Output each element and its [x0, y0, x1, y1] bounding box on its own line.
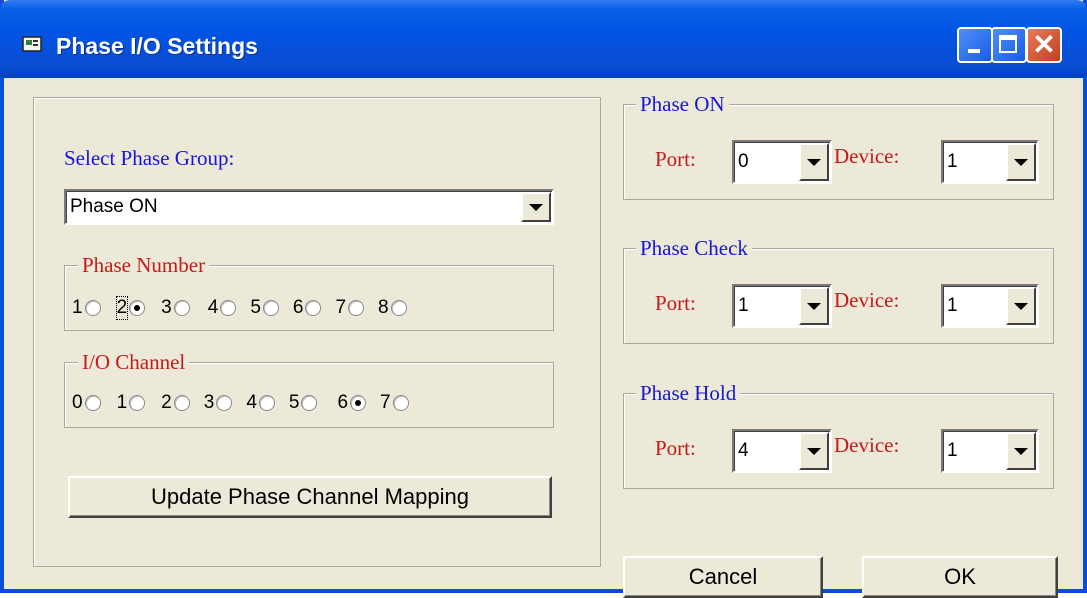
phase-on-device-value: 1 — [947, 142, 958, 182]
phase-radio-label: 8 — [378, 297, 389, 319]
phase-check-port-label: Port: — [655, 291, 696, 316]
chevron-down-icon[interactable] — [799, 287, 829, 325]
maximize-button[interactable] — [991, 27, 1027, 63]
phase-radio-label: 5 — [250, 297, 261, 319]
io-radio-label: 5 — [289, 392, 300, 414]
close-button[interactable]: ✕ — [1026, 27, 1062, 63]
phase-radio-4[interactable]: 4 — [208, 297, 237, 319]
io-radio-label: 1 — [117, 392, 128, 414]
phase-check-port-select[interactable]: 1 — [732, 284, 832, 328]
app-icon — [22, 35, 44, 53]
phase-check-device-value: 1 — [947, 286, 958, 326]
io-radio-label: 2 — [161, 392, 172, 414]
phase-radio-6[interactable]: 6 — [293, 297, 322, 319]
cancel-button[interactable]: Cancel — [623, 556, 823, 598]
chevron-down-icon[interactable] — [799, 143, 829, 181]
io-radio-label: 3 — [204, 392, 215, 414]
phase-check-legend: Phase Check — [636, 237, 752, 259]
chevron-down-icon[interactable] — [1006, 143, 1036, 181]
phase-radio-label: 4 — [208, 297, 219, 319]
io-radio-0[interactable]: 0 — [72, 392, 101, 414]
phase-hold-port-select[interactable]: 4 — [732, 429, 832, 473]
phase-hold-legend: Phase Hold — [636, 382, 740, 404]
phase-check-device-label: Device: — [834, 288, 899, 313]
io-radio-label: 4 — [246, 392, 257, 414]
phase-radio-circle[interactable] — [305, 300, 321, 316]
phase-radio-circle[interactable] — [85, 300, 101, 316]
io-radio-3[interactable]: 3 — [204, 392, 233, 414]
chevron-down-icon[interactable] — [1006, 432, 1036, 470]
maximize-icon — [999, 35, 1017, 53]
phase-hold-device-label: Device: — [834, 433, 899, 458]
io-radio-circle[interactable] — [216, 395, 232, 411]
io-radio-circle[interactable] — [393, 395, 409, 411]
io-radio-circle[interactable] — [174, 395, 190, 411]
ok-button[interactable]: OK — [862, 556, 1058, 598]
phase-radio-7[interactable]: 7 — [335, 297, 364, 319]
phase-radio-1[interactable]: 1 — [72, 297, 101, 319]
update-phase-channel-mapping-button[interactable]: Update Phase Channel Mapping — [68, 476, 552, 518]
dialog-content: Select Phase Group: Phase ON Phase Numbe… — [0, 78, 1087, 593]
io-radio-6[interactable]: 6 — [337, 392, 366, 414]
phase-check-device-select[interactable]: 1 — [941, 284, 1039, 328]
phase-radio-label: 7 — [335, 297, 346, 319]
io-radio-label: 0 — [72, 392, 83, 414]
phase-check-port-value: 1 — [738, 286, 749, 326]
io-radio-circle[interactable] — [85, 395, 101, 411]
phase-group-value: Phase ON — [70, 191, 158, 223]
io-radio-label: 6 — [337, 392, 348, 414]
phase-on-port-label: Port: — [655, 147, 696, 172]
chevron-down-icon[interactable] — [799, 432, 829, 470]
io-channel-radios: 0 1 2 3 4 5 6 7 — [72, 392, 409, 414]
io-radio-2[interactable]: 2 — [161, 392, 190, 414]
phase-on-device-select[interactable]: 1 — [941, 140, 1039, 184]
io-radio-circle[interactable] — [129, 395, 145, 411]
phase-radio-8[interactable]: 8 — [378, 297, 407, 319]
io-radio-4[interactable]: 4 — [246, 392, 275, 414]
chevron-down-icon[interactable] — [1006, 287, 1036, 325]
io-radio-circle[interactable] — [259, 395, 275, 411]
phase-radio-circle[interactable] — [348, 300, 364, 316]
io-radio-circle[interactable] — [301, 395, 317, 411]
phase-radio-circle[interactable] — [220, 300, 236, 316]
phase-number-radios: 1 2 3 4 5 6 7 8 — [72, 297, 407, 319]
phase-group-select[interactable]: Phase ON — [64, 189, 554, 225]
minimize-icon — [968, 49, 980, 53]
io-radio-label: 7 — [380, 392, 391, 414]
phase-radio-circle[interactable] — [391, 300, 407, 316]
phase-hold-port-value: 4 — [738, 431, 749, 471]
title-bar[interactable]: Phase I/O Settings ✕ — [0, 0, 1087, 78]
phase-on-port-value: 0 — [738, 142, 749, 182]
phase-on-legend: Phase ON — [636, 93, 729, 115]
phase-hold-device-select[interactable]: 1 — [941, 429, 1039, 473]
phase-radio-5[interactable]: 5 — [250, 297, 279, 319]
io-radio-7[interactable]: 7 — [380, 392, 409, 414]
phase-hold-port-label: Port: — [655, 436, 696, 461]
io-radio-circle[interactable] — [350, 395, 366, 411]
phase-radio-3[interactable]: 3 — [161, 297, 190, 319]
phase-radio-label: 6 — [293, 297, 304, 319]
phase-radio-2[interactable]: 2 — [117, 297, 146, 319]
close-icon: ✕ — [1028, 29, 1060, 61]
minimize-button[interactable] — [957, 27, 993, 63]
phase-radio-label: 3 — [161, 297, 172, 319]
phase-radio-label: 1 — [72, 297, 83, 319]
phase-radio-circle[interactable] — [129, 300, 145, 316]
chevron-down-icon[interactable] — [521, 192, 551, 222]
phase-on-port-select[interactable]: 0 — [732, 140, 832, 184]
phase-hold-device-value: 1 — [947, 431, 958, 471]
select-phase-group-label: Select Phase Group: — [64, 146, 234, 171]
io-radio-1[interactable]: 1 — [117, 392, 146, 414]
phase-radio-circle[interactable] — [174, 300, 190, 316]
phase-number-legend: Phase Number — [78, 254, 209, 276]
phase-on-device-label: Device: — [834, 144, 899, 169]
io-radio-5[interactable]: 5 — [289, 392, 318, 414]
io-channel-legend: I/O Channel — [78, 351, 189, 373]
phase-radio-circle[interactable] — [263, 300, 279, 316]
window-title: Phase I/O Settings — [56, 33, 258, 60]
phase-radio-label: 2 — [117, 297, 128, 319]
